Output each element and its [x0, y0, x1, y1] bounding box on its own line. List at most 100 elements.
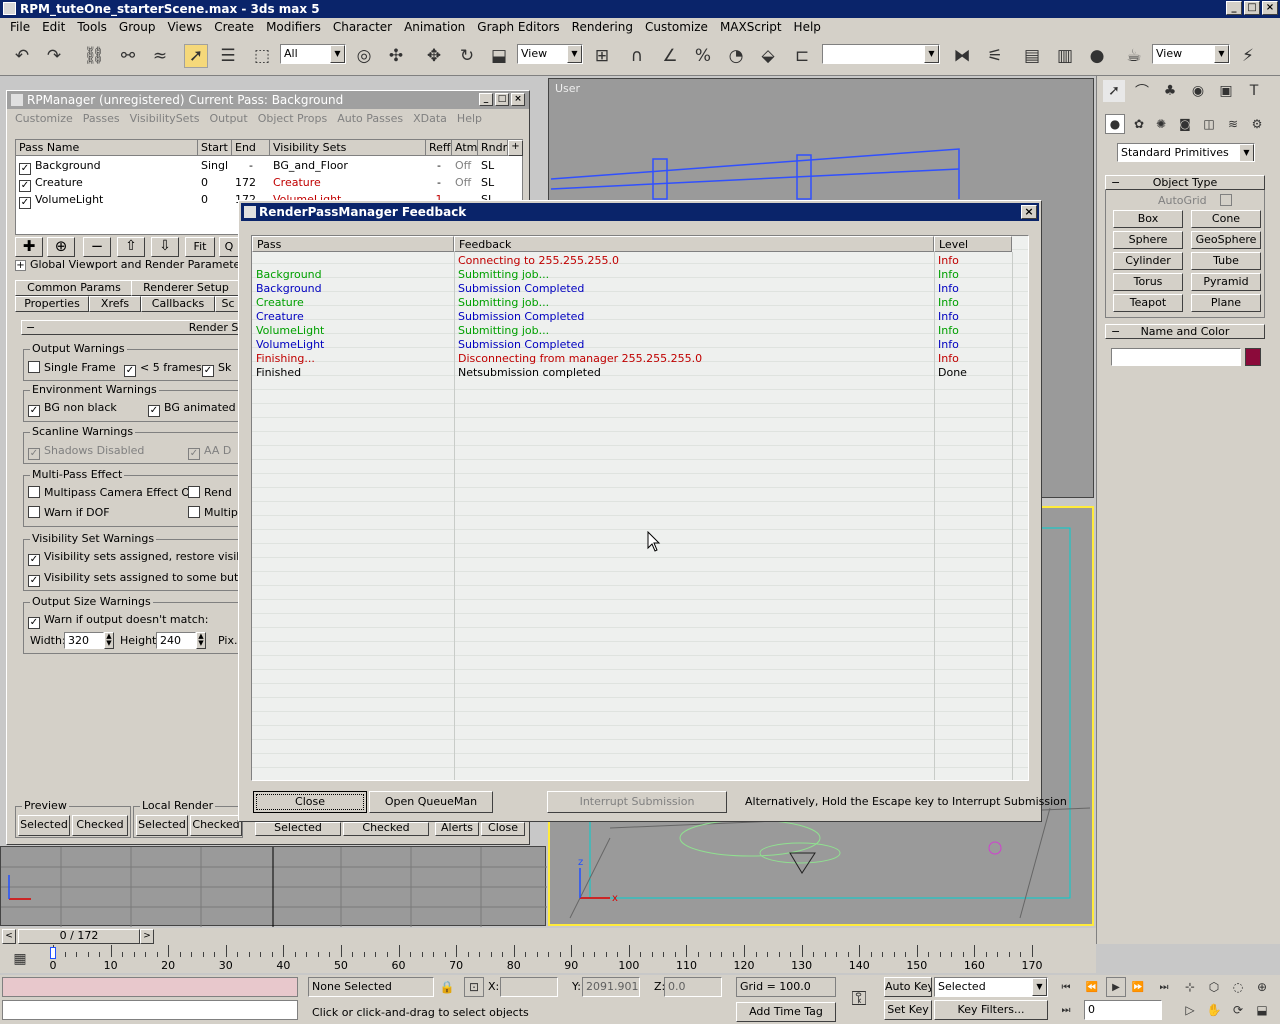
object-color-swatch[interactable] — [1245, 348, 1261, 366]
tube-button[interactable]: Tube — [1191, 252, 1261, 270]
checkbox-box[interactable]: ✓ — [28, 448, 40, 460]
object-name-input[interactable] — [1111, 348, 1241, 366]
sk-checkbox[interactable]: ✓ Sk — [202, 361, 240, 377]
pyramid-button[interactable]: Pyramid — [1191, 273, 1261, 291]
app-icon[interactable] — [3, 2, 16, 15]
material-editor-icon[interactable]: ● — [1085, 44, 1109, 68]
checkbox-box[interactable] — [28, 506, 40, 518]
checkbox-box[interactable] — [28, 361, 40, 373]
systems-icon[interactable]: ⚙ — [1247, 114, 1267, 134]
modify-tab-icon[interactable]: ⌒ — [1131, 80, 1153, 102]
render-summary-rollout[interactable]: − Render Su — [21, 320, 241, 335]
col-feedback[interactable]: Feedback — [454, 236, 934, 252]
rotate-icon[interactable]: ↻ — [455, 44, 479, 68]
rpm-menu-output[interactable]: Output — [205, 111, 253, 129]
torus-button[interactable]: Torus — [1113, 273, 1183, 291]
checkbox-box[interactable]: ✓ — [124, 365, 136, 377]
rpm-menu-customize[interactable]: Customize — [10, 111, 78, 129]
cone-button[interactable]: Cone — [1191, 210, 1261, 228]
select-manipulate-icon[interactable]: ✣ — [384, 44, 408, 68]
menu-tools[interactable]: Tools — [71, 18, 113, 38]
col-rndr[interactable]: Rndr — [478, 140, 508, 156]
render-scene-icon[interactable]: ☕ — [1122, 44, 1146, 68]
col-pass[interactable]: Pass — [252, 236, 454, 252]
hierarchy-tab-icon[interactable]: ♣ — [1159, 80, 1181, 102]
checkbox-box[interactable]: ✓ — [28, 405, 40, 417]
menu-graph-editors[interactable]: Graph Editors — [471, 18, 565, 38]
height-input[interactable]: 240 — [156, 632, 196, 649]
width-input[interactable]: 320 — [64, 632, 104, 649]
table-row[interactable]: ✓ Creature — [16, 175, 198, 192]
selection-filter-combo[interactable]: All ▼ — [280, 44, 346, 64]
name-color-rollout[interactable]: − Name and Color — [1105, 324, 1265, 339]
visset-restore-checkbox[interactable]: ✓ Visibility sets assigned, restore visib… — [28, 550, 240, 566]
scale-icon[interactable]: ⬓ — [487, 44, 511, 68]
quick-render-icon[interactable]: ⚡ — [1236, 44, 1260, 68]
auto-key-button[interactable]: Auto Key — [884, 977, 932, 997]
height-spinner-icon[interactable]: ▲ ▼ — [196, 632, 206, 649]
undo-icon[interactable]: ↶ — [10, 44, 34, 68]
cameras-icon[interactable]: ◙ — [1175, 114, 1195, 134]
zoom-extents-icon[interactable]: ⬡ — [1204, 977, 1224, 997]
named-selection-sets-combo[interactable]: ▼ — [822, 44, 940, 64]
primitive-category-combo[interactable]: Standard Primitives ▼ — [1117, 143, 1255, 162]
select-object-icon[interactable]: ➚ — [184, 44, 208, 68]
grid-add-column-button[interactable]: + — [508, 140, 523, 156]
menu-help[interactable]: Help — [788, 18, 827, 38]
rpm-close-panel-button[interactable]: Close — [481, 822, 525, 836]
list-item[interactable]: Background Submitting job... Info — [252, 268, 1012, 282]
box-button[interactable]: Box — [1113, 210, 1183, 228]
checkbox-box[interactable]: ✓ — [188, 448, 200, 460]
alerts-button[interactable]: Alerts — [435, 822, 479, 836]
go-to-end-icon[interactable]: ⏭ — [1154, 977, 1174, 997]
checkbox-box[interactable]: ✓ — [148, 405, 160, 417]
maximize-button[interactable]: □ — [1244, 1, 1260, 15]
menu-rendering[interactable]: Rendering — [566, 18, 639, 38]
object-type-rollout[interactable]: − Object Type — [1105, 175, 1265, 190]
z-coord-field[interactable]: 0.0 — [664, 977, 722, 997]
bind-space-warp-icon[interactable]: ≈ — [148, 44, 172, 68]
multip-checkbox[interactable]: Multip — [188, 506, 240, 519]
orbit-icon[interactable]: ⟳ — [1228, 1000, 1248, 1020]
pass-checkbox[interactable]: ✓ — [19, 163, 31, 175]
rpm-menu-auto-passes[interactable]: Auto Passes — [332, 111, 408, 129]
col-reff[interactable]: Reff — [426, 140, 452, 156]
checkbox-box[interactable] — [188, 506, 200, 518]
geometry-icon[interactable]: ● — [1105, 114, 1125, 134]
select-by-name-icon[interactable]: ☰ — [216, 44, 240, 68]
menu-maxscript[interactable]: MAXScript — [714, 18, 788, 38]
next-frame-arrow-icon[interactable]: > — [140, 929, 154, 944]
open-queueman-button[interactable]: Open QueueMan — [369, 791, 493, 813]
autogrid-checkbox[interactable] — [1220, 194, 1232, 206]
time-slider[interactable]: < 0 / 172 > — [0, 928, 1096, 945]
angle-snap-icon[interactable]: ∠ — [658, 44, 682, 68]
rpm-maximize-button[interactable]: □ — [495, 93, 509, 106]
time-slider-thumb[interactable]: 0 / 172 — [18, 929, 140, 944]
remove-pass-button[interactable]: − — [83, 237, 111, 257]
list-item[interactable]: Finished Netsubmission completed Done — [252, 366, 1012, 380]
col-start[interactable]: Start — [198, 140, 232, 156]
menu-modifiers[interactable]: Modifiers — [260, 18, 327, 38]
open-mini-curve-editor-icon[interactable]: ▦ — [8, 947, 32, 971]
checkbox-box[interactable]: ✓ — [28, 554, 40, 566]
lock-selection-icon[interactable]: 🔒 — [438, 977, 456, 997]
dialog-close-button[interactable]: Close — [253, 791, 367, 813]
global-params-rollout[interactable]: + Global Viewport and Render Parameters — [15, 258, 241, 274]
col-level[interactable]: Level — [934, 236, 1012, 252]
align-icon[interactable]: ⚟ — [983, 44, 1007, 68]
current-frame-marker[interactable] — [50, 947, 56, 959]
col-visibility-sets[interactable]: Visibility Sets — [270, 140, 426, 156]
checkbox-box[interactable]: ✓ — [28, 575, 40, 587]
local-selected-button[interactable]: Selected — [136, 815, 188, 836]
list-item[interactable]: Connecting to 255.255.255.0 Info — [252, 254, 1012, 268]
expand-icon[interactable]: + — [15, 260, 26, 271]
checkbox-box[interactable]: ✓ — [202, 365, 214, 377]
pass-checkbox[interactable]: ✓ — [19, 180, 31, 192]
menu-file[interactable]: File — [4, 18, 36, 38]
track-bar[interactable]: ▦ 0 10 20 30 40 50 60 70 80 90 100 110 120 130 140 150 1… — [0, 945, 1096, 973]
rpm-menu-xdata[interactable]: XData — [408, 111, 452, 129]
teapot-button[interactable]: Teapot — [1113, 294, 1183, 312]
percent-snap-icon[interactable]: % — [691, 44, 715, 68]
viewport-bottom-left[interactable] — [0, 846, 547, 927]
preview-selected-button[interactable]: Selected — [18, 815, 70, 836]
